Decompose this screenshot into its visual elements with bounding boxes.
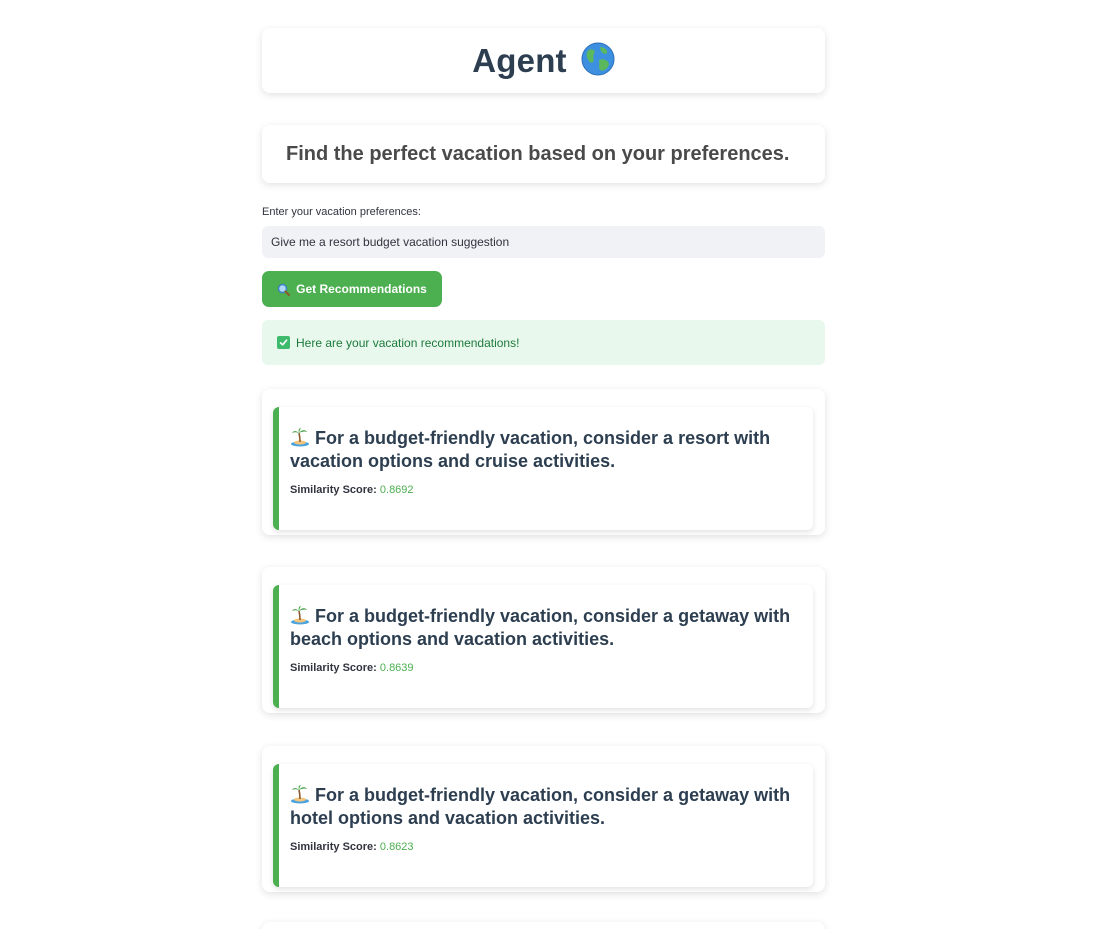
preferences-label: Enter your vacation preferences: [262,206,421,218]
recommendation-text: For a budget-friendly vacation, consider… [290,606,791,649]
page-title: Agent [472,41,567,79]
recommendation-card: For a budget-friendly vacation, consider… [262,389,825,535]
similarity-score-value: 0.8639 [379,662,414,674]
recommendation-text: For a budget-friendly vacation, consider… [290,428,771,471]
globe-icon [581,42,615,76]
palm-island-icon [290,427,310,447]
similarity-score-value: 0.8623 [379,841,414,853]
preferences-input[interactable] [262,226,825,258]
recommendation-card: For a budget-friendly vacation, consider… [262,746,825,892]
similarity-score: Similarity Score: 0.8692 [290,484,799,496]
recommendation-title: For a budget-friendly vacation, consider… [290,784,799,830]
similarity-score-label: Similarity Score: [290,662,377,674]
subtitle-text: Find the perfect vacation based on your … [286,142,790,165]
palm-island-icon [290,605,310,625]
similarity-score-label: Similarity Score: [290,841,377,853]
similarity-score-value: 0.8692 [379,484,414,496]
recommendation-card: For a budget-friendly vacation, consider… [262,567,825,713]
recommendation-title: For a budget-friendly vacation, consider… [290,605,799,651]
success-alert-text: Here are your vacation recommendations! [296,335,520,350]
title-card: Agent [262,28,825,93]
get-recommendations-label: Get Recommendations [296,282,427,296]
check-box-icon [277,336,290,349]
similarity-score-label: Similarity Score: [290,484,377,496]
palm-island-icon [290,784,310,804]
recommendation-inner: For a budget-friendly vacation, consider… [273,764,813,887]
recommendation-text: For a budget-friendly vacation, consider… [290,785,791,828]
similarity-score: Similarity Score: 0.8623 [290,841,799,853]
get-recommendations-button[interactable]: Get Recommendations [262,271,442,307]
recommendation-card-partial [262,922,825,929]
recommendation-inner: For a budget-friendly vacation, consider… [273,407,813,530]
recommendation-title: For a budget-friendly vacation, consider… [290,427,799,473]
recommendation-inner: For a budget-friendly vacation, consider… [273,585,813,708]
subtitle-card: Find the perfect vacation based on your … [262,125,825,183]
magnifier-icon [277,283,291,296]
success-alert: Here are your vacation recommendations! [262,320,825,365]
similarity-score: Similarity Score: 0.8639 [290,662,799,674]
app-page: Agent Find the perfect vacation based on… [0,0,1100,929]
